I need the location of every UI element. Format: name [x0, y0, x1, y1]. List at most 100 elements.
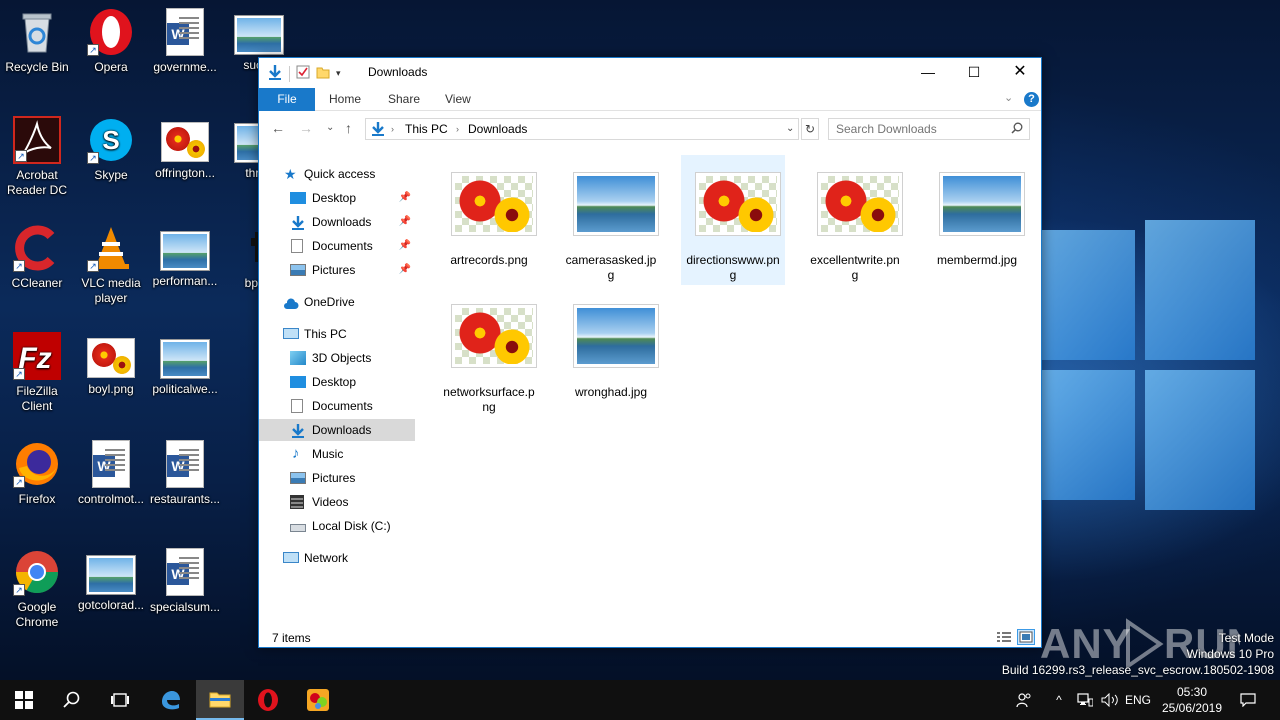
- file-item-selected[interactable]: directionswww.png: [681, 155, 785, 285]
- tab-view[interactable]: View: [433, 88, 483, 111]
- image-thumbnail: [573, 304, 659, 368]
- desktop-icon-ccleaner[interactable]: ↗ CCleaner: [0, 224, 74, 291]
- tab-share[interactable]: Share: [376, 88, 432, 111]
- desktop-icon-chrome[interactable]: ↗ Google Chrome: [0, 548, 74, 630]
- desktop-icon-word-doc-4[interactable]: W specialsum...: [148, 548, 222, 615]
- desktop-icon-image-4[interactable]: politicalwe...: [148, 332, 222, 397]
- people-icon[interactable]: [1012, 680, 1036, 720]
- desktop-icon-flower-image-1[interactable]: offrington...: [148, 116, 222, 181]
- desktop-icon-firefox[interactable]: ↗ Firefox: [0, 440, 74, 507]
- back-arrow-icon[interactable]: ←: [271, 120, 285, 136]
- customize-quick-access-chevron-icon[interactable]: ▾: [336, 68, 341, 79]
- pin-icon[interactable]: 📌: [399, 211, 411, 233]
- nav-music[interactable]: ♪ Music: [259, 443, 415, 465]
- file-item[interactable]: membermd.jpg: [925, 155, 1029, 285]
- file-name: membermd.jpg: [936, 253, 1018, 267]
- tab-home[interactable]: Home: [317, 88, 373, 111]
- file-explorer-window: ▾ Downloads — ☐ ✕ File Home Share View ⌄…: [258, 57, 1042, 648]
- file-item[interactable]: wronghad.jpg: [559, 287, 663, 417]
- star-icon: ★: [284, 166, 297, 182]
- nav-quick-documents[interactable]: Documents 📌: [259, 235, 415, 257]
- title-bar[interactable]: ▾ Downloads — ☐ ✕: [259, 58, 1041, 86]
- image-thumbnail: [451, 304, 537, 368]
- expand-ribbon-chevron-icon[interactable]: ⌄: [1004, 91, 1013, 104]
- network-icon: [283, 552, 299, 563]
- help-icon[interactable]: ?: [1024, 92, 1039, 107]
- filezilla-icon: Fz ↗: [13, 332, 61, 380]
- clock[interactable]: 05:30 25/06/2019: [1152, 684, 1232, 716]
- desktop-icon-vlc[interactable]: ↗ VLC media player: [74, 224, 148, 306]
- app-taskbar-icon[interactable]: [294, 680, 342, 720]
- nav-quick-downloads[interactable]: Downloads 📌: [259, 211, 415, 233]
- desktop-icon-image-5[interactable]: gotcolorad...: [74, 548, 148, 613]
- navigation-pane: ★ Quick access Desktop 📌 Downloads 📌 Doc…: [259, 147, 417, 623]
- breadcrumb-this-pc[interactable]: This PC: [405, 122, 448, 136]
- nav-onedrive[interactable]: OneDrive: [259, 291, 415, 313]
- file-item[interactable]: artrecords.png: [437, 155, 541, 285]
- forward-arrow-icon[interactable]: →: [299, 120, 313, 136]
- nav-desktop[interactable]: Desktop: [259, 371, 415, 393]
- search-box[interactable]: [828, 118, 1030, 140]
- desktop-icon-filezilla[interactable]: Fz ↗ FileZilla Client: [0, 332, 74, 414]
- hard-drive-icon: [290, 524, 306, 532]
- nav-documents[interactable]: Documents: [259, 395, 415, 417]
- image-thumbnail: [695, 172, 781, 236]
- computer-icon: [283, 328, 299, 339]
- nav-3d-objects[interactable]: 3D Objects: [259, 347, 415, 369]
- desktop-icon-recycle-bin[interactable]: Recycle Bin: [0, 8, 74, 75]
- task-view-icon[interactable]: [96, 680, 144, 720]
- file-item[interactable]: networksurface.png: [437, 287, 541, 417]
- file-item[interactable]: camerasasked.jpg: [559, 155, 663, 285]
- edge-icon[interactable]: [146, 680, 194, 720]
- desktop-icon-flower-image-2[interactable]: boyl.png: [74, 332, 148, 397]
- properties-icon[interactable]: [296, 65, 310, 82]
- address-box[interactable]: › This PC › Downloads ⌄: [365, 118, 799, 140]
- address-dropdown-chevron-icon[interactable]: ⌄: [786, 123, 794, 134]
- opera-taskbar-icon[interactable]: [244, 680, 292, 720]
- show-hidden-icons-chevron-icon[interactable]: ^: [1048, 680, 1070, 720]
- pin-icon[interactable]: 📌: [399, 187, 411, 209]
- desktop-icon-word-doc-2[interactable]: W controlmot...: [74, 440, 148, 507]
- desktop-icon-word-doc-3[interactable]: W restaurants...: [148, 440, 222, 507]
- file-explorer-taskbar-icon[interactable]: [196, 680, 244, 720]
- nav-videos[interactable]: Videos: [259, 491, 415, 513]
- file-item[interactable]: excellentwrite.png: [803, 155, 907, 285]
- nav-quick-access[interactable]: ★ Quick access: [259, 163, 415, 185]
- taskbar: ^ ENG 05:30 25/06/2019: [0, 680, 1280, 720]
- desktop-icon-skype[interactable]: S ↗ Skype: [74, 116, 148, 183]
- minimize-button[interactable]: —: [905, 58, 951, 86]
- nav-network[interactable]: Network: [259, 547, 415, 569]
- network-tray-icon[interactable]: [1074, 680, 1096, 720]
- desktop-icon-acrobat[interactable]: ↗ Acrobat Reader DC: [0, 116, 74, 198]
- nav-quick-pictures[interactable]: Pictures 📌: [259, 259, 415, 281]
- nav-this-pc[interactable]: This PC: [259, 323, 415, 345]
- desktop-icon-image-3[interactable]: performan...: [148, 224, 222, 289]
- nav-label: Documents: [312, 239, 373, 253]
- desktop-icon-opera[interactable]: ↗ Opera: [74, 8, 148, 75]
- windows-logo-graphic: [1040, 220, 1260, 520]
- recent-locations-chevron-icon[interactable]: ⌄: [326, 122, 334, 133]
- desktop-icon-word-doc-1[interactable]: W governme...: [148, 8, 222, 75]
- pin-icon[interactable]: 📌: [399, 235, 411, 257]
- tab-file[interactable]: File: [259, 88, 315, 111]
- pin-icon[interactable]: 📌: [399, 259, 411, 281]
- new-folder-icon[interactable]: [316, 65, 330, 82]
- start-button[interactable]: [0, 680, 48, 720]
- search-input[interactable]: [836, 119, 1006, 139]
- landscape-image-icon: [943, 176, 1021, 232]
- up-arrow-icon[interactable]: ↑: [345, 120, 352, 136]
- documents-icon: [291, 399, 303, 413]
- nav-quick-desktop[interactable]: Desktop 📌: [259, 187, 415, 209]
- nav-pictures[interactable]: Pictures: [259, 467, 415, 489]
- volume-icon[interactable]: [1098, 680, 1122, 720]
- breadcrumb-downloads[interactable]: Downloads: [468, 122, 527, 136]
- refresh-icon[interactable]: ↻: [801, 118, 819, 140]
- language-indicator[interactable]: ENG: [1124, 680, 1152, 720]
- maximize-button[interactable]: ☐: [951, 58, 997, 86]
- nav-downloads[interactable]: Downloads: [259, 419, 415, 441]
- nav-local-disk[interactable]: Local Disk (C:): [259, 515, 415, 537]
- search-taskbar-icon[interactable]: [48, 680, 96, 720]
- ribbon-tabs: File Home Share View ⌄ ?: [259, 86, 1041, 111]
- close-button[interactable]: ✕: [997, 58, 1043, 86]
- action-center-icon[interactable]: [1234, 680, 1262, 720]
